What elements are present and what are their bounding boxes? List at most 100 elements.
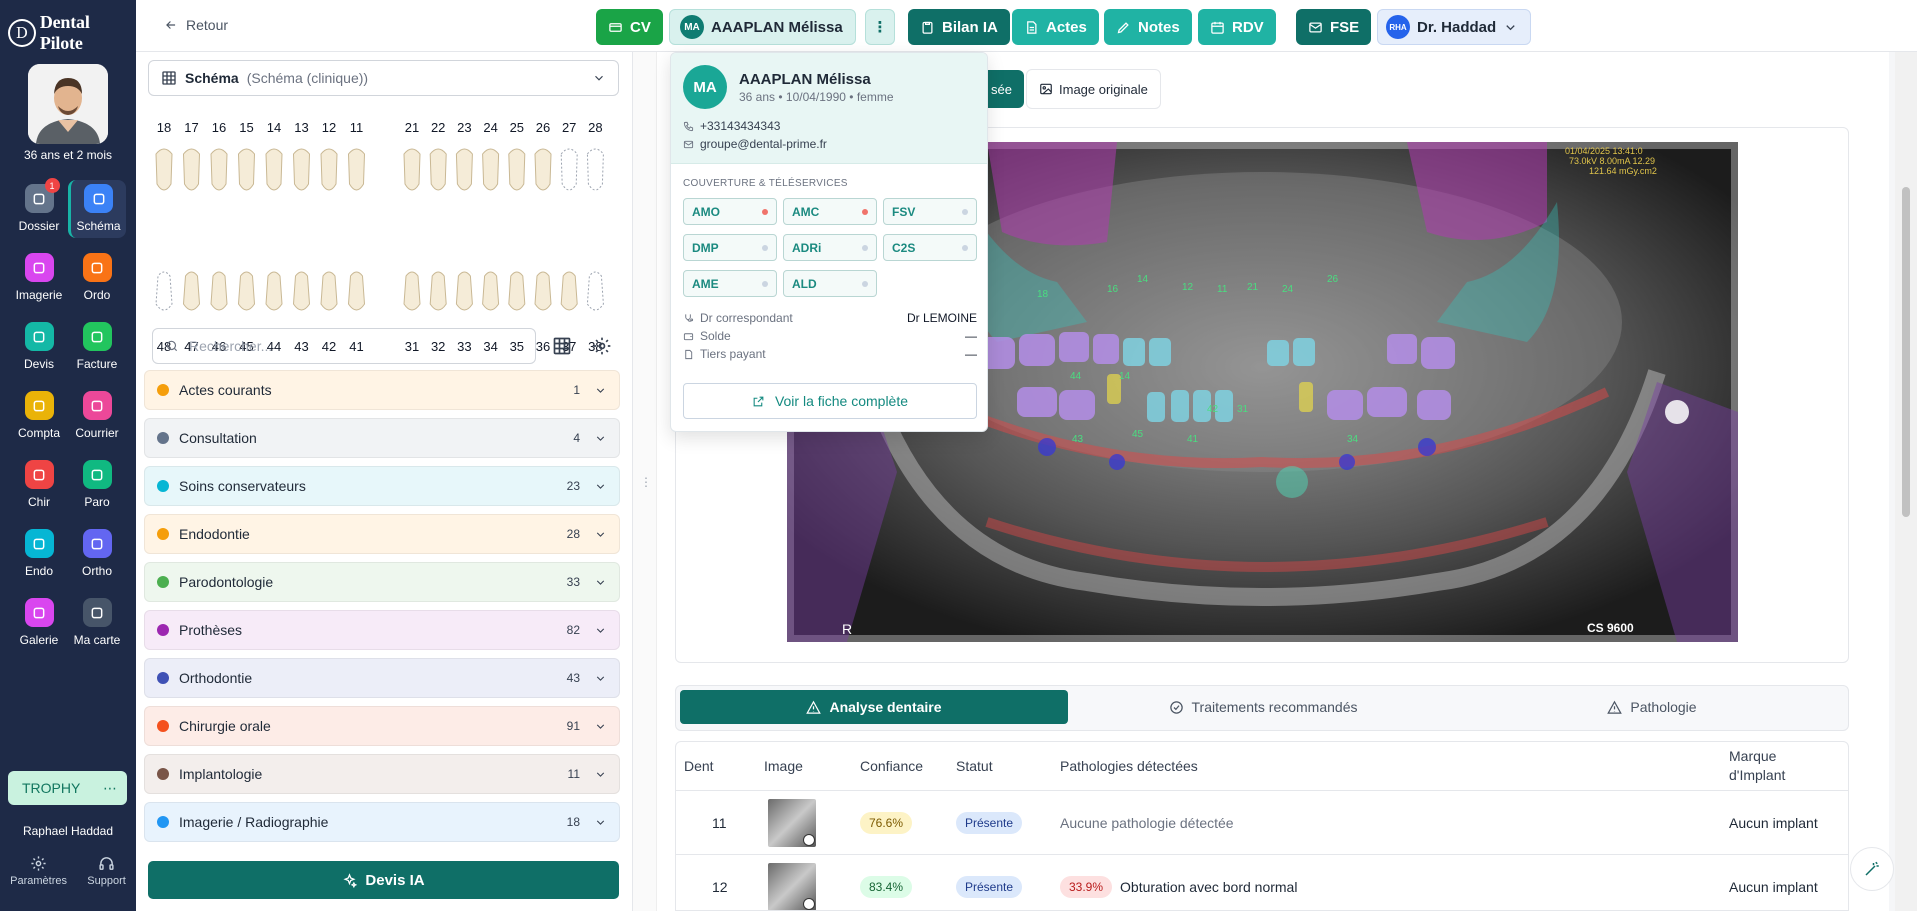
tooth[interactable] [292,148,311,191]
doctor-avatar[interactable] [28,64,108,144]
tooth[interactable] [320,148,338,191]
schema-select[interactable]: Schéma (Schéma (clinique)) [148,60,619,96]
tooth[interactable] [482,271,500,311]
nav-item-facture[interactable]: Facture [68,318,126,376]
tooth[interactable] [320,271,338,311]
category-row[interactable]: Consultation 4 [144,418,620,458]
grid-view-icon[interactable] [552,336,572,356]
nav-item-imagerie[interactable]: Imagerie [10,249,68,307]
tooth[interactable] [155,271,173,311]
tooth[interactable] [210,148,228,191]
tooth[interactable] [265,271,283,311]
nav-item-devis[interactable]: Devis [10,318,68,376]
settings-link[interactable]: Paramètres [10,855,67,887]
chevron-down-icon[interactable] [594,624,607,637]
category-row[interactable]: Prothèses 82 [144,610,620,650]
tooth-thumbnail[interactable] [768,863,816,910]
tooth-number[interactable]: 28 [588,120,602,135]
doctor-menu-button[interactable]: RHA Dr. Haddad [1377,9,1532,45]
tooth[interactable] [482,148,500,191]
tooth[interactable] [265,148,283,191]
chevron-down-icon[interactable] [594,576,607,589]
more-menu-button[interactable]: ⋮ [865,9,895,45]
view-full-sheet-button[interactable]: Voir la fiche complète [683,383,977,419]
chevron-down-icon[interactable] [594,672,607,685]
nav-item-compta[interactable]: Compta [10,387,68,445]
devis-ia-button[interactable]: Devis IA [148,861,619,899]
coverage-chip[interactable]: AME [683,270,777,297]
tooth[interactable] [508,271,526,311]
tooth[interactable] [455,271,473,311]
back-button[interactable]: Retour [164,17,228,33]
popover-email-row[interactable]: groupe@dental-prime.fr [683,137,827,151]
nav-item-ma-carte[interactable]: Ma carte [68,594,126,652]
panel-resize-gutter[interactable]: ⋮ [633,52,657,911]
tooth[interactable] [237,148,256,191]
tooth-number[interactable]: 24 [483,120,497,135]
nav-item-courrier[interactable]: Courrier [68,387,126,445]
tooth[interactable] [534,271,552,311]
brand[interactable]: D Dental Pilote [8,12,136,54]
tooth[interactable] [508,148,526,191]
tooth[interactable] [182,271,201,311]
category-row[interactable]: Soins conservateurs 23 [144,466,620,506]
tooth[interactable] [347,271,366,311]
coverage-chip[interactable]: FSV [883,198,977,225]
coverage-chip[interactable]: ADRi [783,234,877,261]
coverage-chip[interactable]: C2S [883,234,977,261]
tooth-number[interactable]: 18 [157,120,171,135]
tab-pathologie[interactable]: Pathologie [1458,690,1846,724]
nav-item-ordo[interactable]: Ordo [68,249,126,307]
cv-button[interactable]: CV [596,9,663,45]
trophy-button[interactable]: TROPHY ⋯ [8,771,127,805]
tooth-number[interactable]: 16 [212,120,226,135]
notes-button[interactable]: Notes [1104,9,1192,45]
coverage-chip[interactable]: AMC [783,198,877,225]
tooth-number[interactable]: 15 [239,120,253,135]
tooth-number[interactable]: 27 [562,120,576,135]
category-row[interactable]: Actes courants 1 [144,370,620,410]
scrollbar[interactable] [1895,52,1917,911]
tooth-number[interactable]: 21 [405,120,419,135]
chevron-down-icon[interactable] [594,816,607,829]
tooth[interactable] [347,148,366,191]
drag-handle-icon[interactable]: ⋮ [640,475,652,489]
tooth[interactable] [586,148,604,191]
tab-traitements[interactable]: Traitements recommandés [1068,690,1458,724]
nav-item-galerie[interactable]: Galerie [10,594,68,652]
tooth[interactable] [560,271,578,311]
chevron-down-icon[interactable] [594,384,607,397]
tab-analyse-dentaire[interactable]: Analyse dentaire [680,690,1068,724]
chevron-down-icon[interactable] [594,480,607,493]
tooth-thumbnail[interactable] [768,799,816,847]
tooth-number[interactable]: 36 [536,339,550,354]
nav-item-chir[interactable]: Chir [10,456,68,514]
tooth-number[interactable]: 11 [350,120,364,135]
tooth[interactable] [182,148,201,191]
rdv-button[interactable]: RDV [1198,9,1276,45]
coverage-chip[interactable]: AMO [683,198,777,225]
category-row[interactable]: Orthodontie 43 [144,658,620,698]
coverage-chip[interactable]: DMP [683,234,777,261]
tooth-number[interactable]: 25 [510,120,524,135]
coverage-chip[interactable]: ALD [783,270,877,297]
ai-assistant-button[interactable] [1850,847,1894,891]
fse-button[interactable]: FSE [1296,9,1372,45]
tooth-number[interactable]: 17 [184,120,198,135]
tooth-number[interactable]: 13 [294,120,308,135]
tooth[interactable] [292,271,311,311]
tooth-number[interactable]: 14 [267,120,281,135]
table-row[interactable]: 11 76.6% Présente Aucune pathologie déte… [676,790,1848,854]
scrollbar-thumb[interactable] [1902,187,1910,517]
chevron-down-icon[interactable] [594,720,607,733]
tooth-number[interactable]: 12 [322,120,336,135]
nav-item-endo[interactable]: Endo [10,525,68,583]
nav-item-dossier[interactable]: 1 Dossier [10,178,68,238]
tooth[interactable] [403,271,421,311]
settings-gear-icon[interactable] [592,336,612,356]
actes-button[interactable]: Actes [1012,9,1099,45]
tooth-number[interactable]: 26 [536,120,550,135]
tooth[interactable] [429,148,447,191]
tooth[interactable] [237,271,256,311]
nav-item-ortho[interactable]: Ortho [68,525,126,583]
